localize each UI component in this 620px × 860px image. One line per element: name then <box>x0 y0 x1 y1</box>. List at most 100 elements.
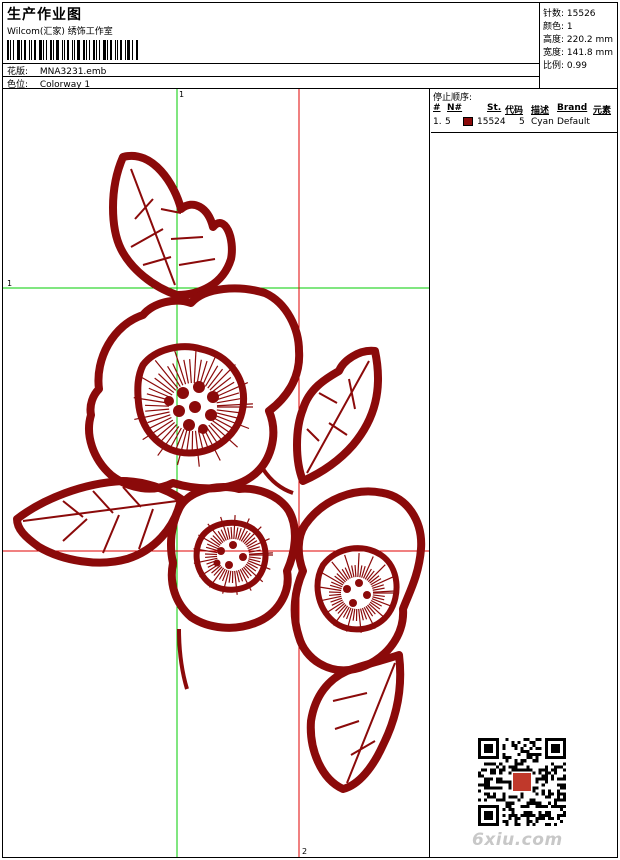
qr-module <box>556 783 560 787</box>
qr-module <box>544 765 548 769</box>
qr-module <box>541 774 545 778</box>
qr-module <box>529 768 533 772</box>
stitch-ray <box>235 527 239 540</box>
qr-module <box>532 801 536 805</box>
qr-module <box>538 816 542 820</box>
flower-large-inner <box>134 343 248 457</box>
qr-module <box>526 801 530 805</box>
panel-divider <box>431 132 617 133</box>
barcode-bar <box>117 40 118 60</box>
qr-finder <box>484 744 494 754</box>
qr-module <box>502 747 506 751</box>
qr-module <box>493 768 497 772</box>
qr-module <box>487 792 491 796</box>
barcode-bar <box>89 40 90 60</box>
guide-marker-left: 1 <box>7 279 13 288</box>
stitch-ray <box>189 359 192 384</box>
qr-module <box>487 786 491 790</box>
stitch-ray <box>216 403 253 407</box>
qr-module <box>478 774 482 778</box>
qr-module <box>514 795 518 799</box>
qr-module <box>562 777 566 781</box>
qr-module <box>508 801 512 805</box>
qr-module <box>535 816 539 820</box>
qr-module <box>529 798 533 802</box>
stitch-ray <box>331 561 348 581</box>
qr-module <box>556 789 560 793</box>
qr-module <box>526 756 530 760</box>
qr-module <box>526 810 530 814</box>
qr-module <box>511 810 515 814</box>
column-header: 代码 <box>505 106 524 116</box>
qr-module <box>556 813 560 817</box>
qr-module <box>502 753 506 757</box>
qr-module <box>532 741 536 745</box>
qr-module <box>520 792 524 796</box>
qr-module <box>535 786 539 790</box>
qr-module <box>490 786 494 790</box>
design-scale: 比例: 0.99 <box>543 61 587 71</box>
qr-module <box>556 792 560 796</box>
qr-module <box>526 804 530 808</box>
row-stitches: 15524 <box>477 117 506 127</box>
qr-module <box>490 762 494 766</box>
qr-module <box>508 780 512 784</box>
qr-module <box>484 786 488 790</box>
qr-module <box>550 777 554 781</box>
design-height: 高度: 220.2 mm <box>543 35 614 45</box>
qr-module <box>502 819 506 823</box>
qr-module <box>487 795 491 799</box>
barcode-bar <box>13 40 14 60</box>
qr-module <box>538 804 542 808</box>
floral-motif <box>13 151 426 793</box>
qr-module <box>529 741 533 745</box>
qr-module <box>541 792 545 796</box>
qr-module <box>547 789 551 793</box>
qr-module <box>559 819 563 823</box>
flower-right-center <box>343 579 371 607</box>
qr-module <box>538 810 542 814</box>
qr-module <box>502 768 506 772</box>
qr-module <box>505 804 509 808</box>
embroidery-design <box>3 89 429 857</box>
qr-module <box>559 786 563 790</box>
qr-module <box>547 816 551 820</box>
qr-module <box>532 813 536 817</box>
qr-module <box>556 765 560 769</box>
qr-module <box>502 792 506 796</box>
qr-module <box>562 768 566 772</box>
barcode-bar <box>29 40 30 60</box>
qr-module <box>517 753 521 757</box>
qr-module <box>508 765 512 769</box>
qr-module <box>520 747 524 751</box>
stitch-ray <box>216 409 241 414</box>
stitch-ray <box>359 565 363 578</box>
qr-module <box>547 795 551 799</box>
qr-module <box>529 753 533 757</box>
qr-module <box>514 759 518 763</box>
qr-module <box>502 813 506 817</box>
qr-module <box>499 771 503 775</box>
qr-module <box>547 771 551 775</box>
barcode-bar <box>96 40 97 60</box>
qr-module <box>541 789 545 793</box>
qr-module <box>484 798 488 802</box>
qr-module <box>514 816 518 820</box>
barcode-bar <box>132 40 133 60</box>
qr-module <box>529 801 533 805</box>
qr-module <box>553 801 557 805</box>
qr-module <box>478 798 482 802</box>
color-count: 颜色: 1 <box>543 22 573 32</box>
qr-module <box>553 768 557 772</box>
qr-module <box>487 777 491 781</box>
qr-module <box>547 792 551 796</box>
qr-module <box>556 777 560 781</box>
stitch-ray <box>205 555 218 559</box>
row-description: Cyan <box>531 117 554 127</box>
barcode-bar <box>17 40 20 60</box>
qr-module <box>520 795 524 799</box>
qr-module <box>550 804 554 808</box>
qr-module <box>505 759 509 763</box>
qr-module <box>550 768 554 772</box>
design-stats: 针数: 15526 颜色: 1 高度: 220.2 mm 宽度: 141.8 m… <box>541 3 617 89</box>
